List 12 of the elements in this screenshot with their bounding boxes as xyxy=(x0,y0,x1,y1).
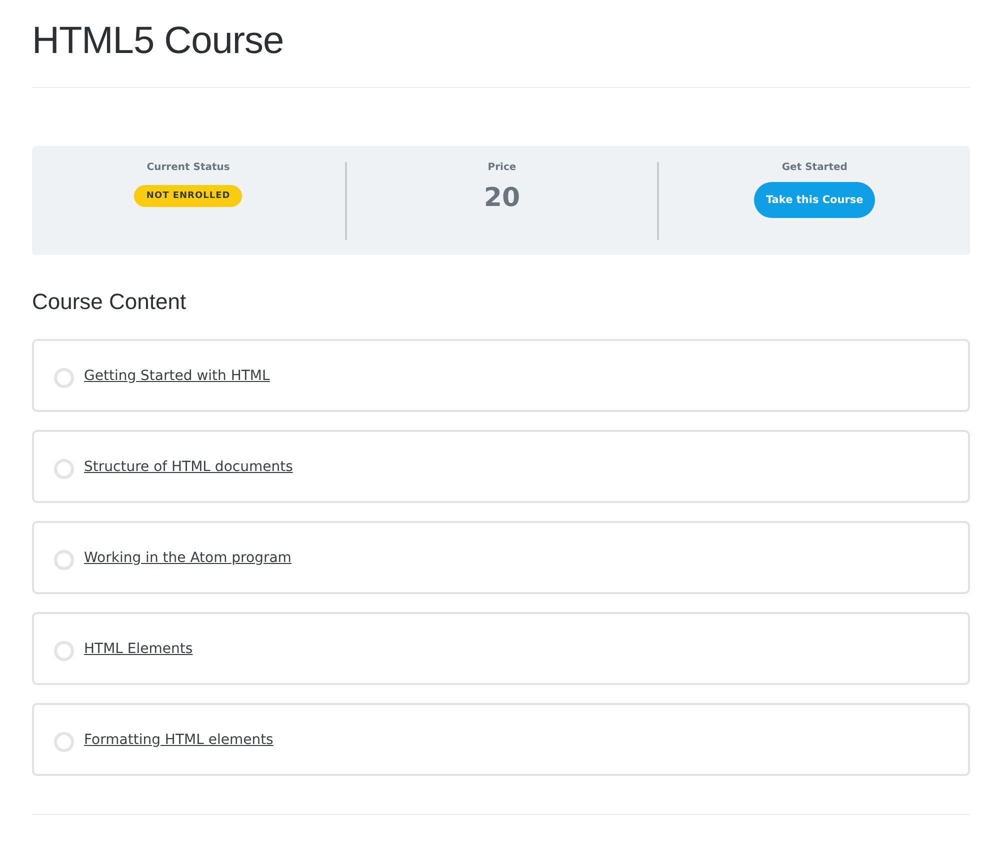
lesson-link[interactable]: Formatting HTML elements xyxy=(84,732,274,748)
lesson-link[interactable]: Structure of HTML documents xyxy=(84,458,293,474)
lesson-link[interactable]: HTML Elements xyxy=(84,640,193,656)
lesson-link[interactable]: Getting Started with HTML xyxy=(84,368,270,384)
info-label: Price xyxy=(488,162,516,172)
info-label: Get Started xyxy=(782,162,848,172)
info-label: Current Status xyxy=(146,162,230,172)
lesson-link[interactable]: Working in the Atom program xyxy=(84,550,292,566)
price-value: 20 xyxy=(484,182,520,212)
status-badge: NOT ENROLLED xyxy=(134,184,242,206)
page-title: HTML5 Course xyxy=(32,20,285,63)
section-heading: Course Content xyxy=(32,289,188,315)
